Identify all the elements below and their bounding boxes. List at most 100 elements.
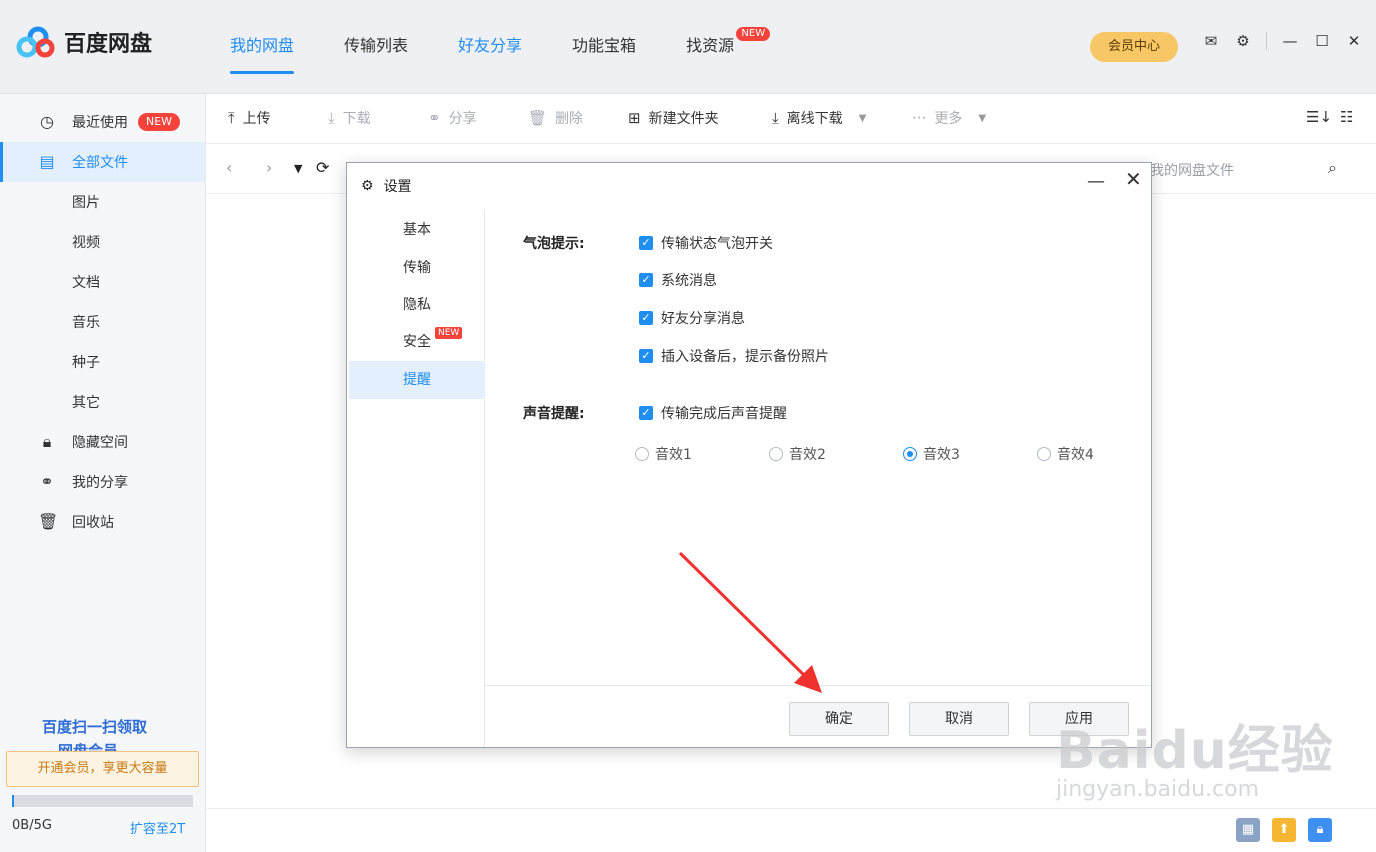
search-input[interactable]: 我的网盘文件 — [1150, 160, 1234, 180]
expand-storage-link[interactable]: 扩容至2T — [130, 818, 185, 837]
promo-scan-text: 百度扫一扫领取 — [42, 718, 148, 736]
trash-icon: 🗑︎ — [528, 109, 548, 127]
radio-label: 音效2 — [789, 447, 826, 463]
search-icon[interactable]: ⌕ — [1328, 158, 1337, 178]
download-button[interactable]: ⤓ 下载 — [328, 108, 371, 128]
minimize-icon[interactable]: — — [1281, 32, 1299, 50]
checkbox-checked-icon: ✓ — [639, 349, 653, 363]
sidebar-item-music[interactable]: 音乐 — [0, 302, 205, 342]
sound-reminder-checkbox[interactable]: ✓ 传输完成后声音提醒 — [639, 403, 787, 423]
sound-effect-4-radio[interactable]: 音效4 — [1037, 444, 1094, 464]
clock-icon: ◷ — [40, 112, 54, 131]
backup-photos-checkbox[interactable]: ✓ 插入设备后，提示备份照片 — [639, 346, 829, 366]
sidebar-item-recent[interactable]: ◷ 最近使用 NEW — [0, 102, 205, 142]
sidebar-item-recycle-bin[interactable]: 🗑︎ 回收站 — [0, 502, 205, 542]
refresh-icon[interactable]: ⟳ — [316, 158, 329, 177]
vip-center-button[interactable]: 会员中心 — [1090, 32, 1178, 62]
sidebar-item-other[interactable]: 其它 — [0, 382, 205, 422]
sidebar-item-images[interactable]: 图片 — [0, 182, 205, 222]
upload-status-icon[interactable]: ⬆ — [1272, 818, 1296, 842]
radio-label: 音效1 — [655, 447, 692, 463]
share-button[interactable]: ⚭ 分享 — [428, 108, 477, 128]
sidebar-item-videos[interactable]: 视频 — [0, 222, 205, 262]
storage-quota-text: 0B/5G — [12, 818, 52, 833]
upload-button[interactable]: ⤒ 上传 — [228, 108, 271, 128]
nav-toolbox[interactable]: 功能宝箱 — [556, 0, 652, 94]
offline-download-button[interactable]: ⤓ 离线下载 ▼ — [772, 108, 866, 128]
storage-quota-bar — [12, 795, 193, 807]
download-icon: ⤓ — [328, 109, 335, 127]
download-label: 下载 — [342, 111, 371, 127]
nav-find-resources[interactable]: 找资源 NEW — [670, 0, 771, 94]
lock-icon[interactable]: 🔒︎ — [1308, 818, 1332, 842]
settings-tab-label: 安全 — [403, 334, 431, 350]
sound-effect-3-radio[interactable]: 音效3 — [903, 444, 960, 464]
mail-icon[interactable]: ✉ — [1202, 32, 1220, 50]
checkbox-checked-icon: ✓ — [639, 236, 653, 250]
radio-label: 音效3 — [923, 447, 960, 463]
settings-tab-reminder[interactable]: 提醒 — [349, 361, 485, 399]
sidebar-item-label: 视频 — [72, 235, 100, 251]
history-dropdown-icon[interactable]: ▼ — [294, 162, 302, 175]
baidu-cloud-logo-icon — [16, 26, 56, 58]
minimize-icon[interactable]: — — [1087, 171, 1105, 192]
checkbox-label: 插入设备后，提示备份照片 — [661, 349, 829, 365]
close-icon[interactable]: ✕ — [1345, 32, 1363, 50]
gear-icon[interactable]: ⚙ — [1234, 32, 1252, 50]
radio-icon — [769, 447, 783, 461]
sort-button[interactable]: ☰↓ — [1306, 108, 1332, 126]
settings-tab-security[interactable]: 安全 NEW — [349, 323, 485, 361]
list-view-icon: ☷ — [1340, 108, 1354, 126]
upload-icon: ⤒ — [228, 109, 235, 127]
baidu-jingyan-watermark: Baidu经验 jingyan.baidu.com — [1056, 708, 1334, 802]
delete-label: 删除 — [555, 111, 584, 127]
upgrade-vip-button[interactable]: 开通会员，享更大容量 — [6, 751, 199, 787]
sidebar-item-label: 其它 — [72, 395, 100, 411]
system-message-checkbox[interactable]: ✓ 系统消息 — [639, 270, 717, 290]
sidebar-item-all-files[interactable]: ▤ 全部文件 — [0, 142, 205, 182]
friend-share-checkbox[interactable]: ✓ 好友分享消息 — [639, 308, 745, 328]
cancel-button[interactable]: 取消 — [909, 702, 1009, 736]
nav-find-resources-label: 找资源 — [686, 36, 735, 55]
new-badge: NEW — [736, 27, 771, 41]
back-arrow-icon[interactable]: ‹ — [226, 158, 232, 177]
new-badge: NEW — [435, 327, 463, 339]
forward-arrow-icon[interactable]: › — [266, 158, 272, 177]
sidebar-item-label: 文档 — [72, 275, 100, 291]
new-folder-button[interactable]: ⊞ 新建文件夹 — [628, 108, 719, 128]
transfer-bubble-checkbox[interactable]: ✓ 传输状态气泡开关 — [639, 233, 773, 253]
chevron-down-icon: ▼ — [858, 112, 867, 124]
delete-button[interactable]: 🗑︎ 删除 — [528, 108, 583, 128]
download-icon: ⤓ — [772, 109, 779, 127]
settings-tab-transfer[interactable]: 传输 — [349, 249, 485, 287]
divider — [206, 808, 1376, 809]
radio-selected-icon — [903, 447, 917, 461]
checkbox-checked-icon: ✓ — [639, 406, 653, 420]
sidebar-item-docs[interactable]: 文档 — [0, 262, 205, 302]
offline-download-label: 离线下载 — [786, 111, 843, 127]
ok-button[interactable]: 确定 — [789, 702, 889, 736]
nav-my-disk[interactable]: 我的网盘 — [214, 0, 310, 94]
apps-grid-icon[interactable]: ▦ — [1236, 818, 1260, 842]
sound-effect-2-radio[interactable]: 音效2 — [769, 444, 826, 464]
checkbox-label: 传输状态气泡开关 — [661, 236, 773, 252]
sound-effect-1-radio[interactable]: 音效1 — [635, 444, 692, 464]
close-icon[interactable]: ✕ — [1125, 167, 1142, 191]
sidebar-item-label: 我的分享 — [72, 475, 128, 491]
nav-transfer-list[interactable]: 传输列表 — [328, 0, 424, 94]
sidebar-item-label: 最近使用 — [72, 115, 128, 131]
trash-icon: 🗑︎ — [38, 512, 59, 531]
sidebar-item-torrents[interactable]: 种子 — [0, 342, 205, 382]
list-view-button[interactable]: ☷ — [1340, 108, 1353, 126]
nav-friend-share[interactable]: 好友分享 — [442, 0, 538, 94]
sidebar-item-my-shares[interactable]: ⚭ 我的分享 — [0, 462, 205, 502]
settings-tab-privacy[interactable]: 隐私 — [349, 286, 485, 324]
radio-label: 音效4 — [1057, 447, 1094, 463]
sidebar-item-hidden-space[interactable]: 🔒︎ 隐藏空间 — [0, 422, 205, 462]
more-button[interactable]: ··· 更多 ▼ — [912, 108, 986, 128]
file-icon: ▤ — [39, 152, 55, 171]
bubble-tips-label: 气泡提示: — [523, 236, 585, 252]
maximize-icon[interactable]: ☐ — [1313, 32, 1331, 50]
settings-tab-basic[interactable]: 基本 — [349, 211, 485, 249]
window-controls: ✉ ⚙ — ☐ ✕ — [1202, 32, 1363, 50]
